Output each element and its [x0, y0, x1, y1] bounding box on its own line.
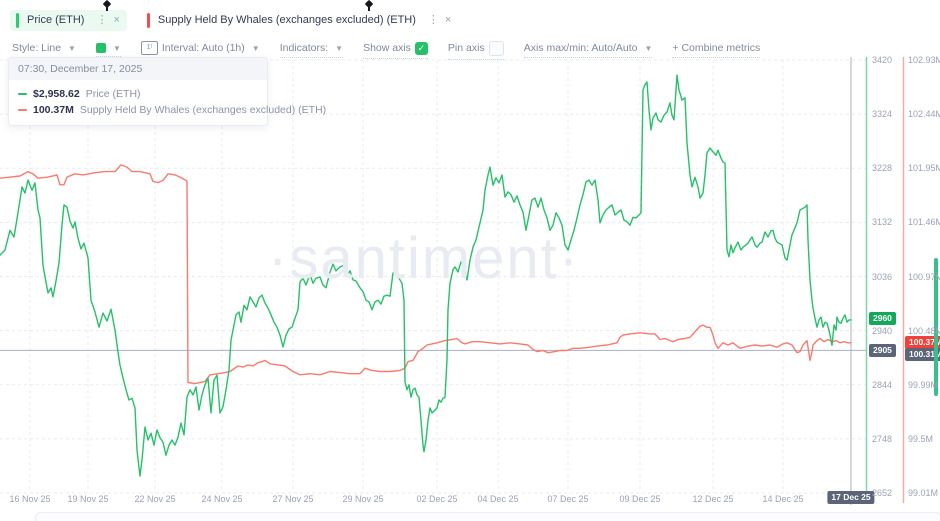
- date-axis-tick: 07 Dec 25: [547, 494, 588, 504]
- tooltip-supply-label: Supply Held By Whales (exchanges exclude…: [80, 104, 326, 116]
- price-axis-tick: 3132: [872, 217, 892, 227]
- chevron-down-icon: ▼: [68, 44, 76, 53]
- crosshair-price-badge: 2905: [869, 344, 896, 357]
- close-icon[interactable]: ×: [445, 15, 451, 26]
- tooltip-row-supply: 100.37M Supply Held By Whales (exchanges…: [9, 102, 267, 118]
- date-axis-tick: 02 Dec 25: [416, 494, 457, 504]
- tab-color-bar: [147, 13, 150, 28]
- price-axis-tick: 2748: [872, 434, 892, 444]
- supply-axis-tick: 100.48M: [908, 326, 940, 336]
- supply-axis-tick: 99.99M: [908, 380, 938, 390]
- price-axis-tick: 3228: [872, 163, 892, 173]
- checkbox-checked[interactable]: ✓: [415, 42, 428, 55]
- crosshair-date-badge: 17 Dec 25: [827, 491, 874, 504]
- series-dash-icon: [18, 93, 27, 95]
- date-axis-tick: 19 Nov 25: [67, 494, 108, 504]
- date-axis-tick: 27 Nov 25: [272, 494, 313, 504]
- price-axis-tick: 3324: [872, 109, 892, 119]
- date-axis-tick: 04 Dec 25: [477, 494, 518, 504]
- price-current-badge: 2960: [869, 312, 896, 325]
- supply-axis-tick: 101.46M: [908, 217, 940, 227]
- tab-supply-held-by-whales[interactable]: Supply Held By Whales (exchanges exclude…: [141, 10, 458, 31]
- tooltip-price-value: $2,958.62: [33, 88, 80, 100]
- chevron-down-icon: ▼: [252, 44, 260, 53]
- date-axis-tick: 12 Dec 25: [692, 494, 733, 504]
- tab-color-bar: [16, 13, 19, 28]
- price-axis-tick: 2844: [872, 380, 892, 390]
- style-label: Style: Line: [12, 42, 61, 54]
- metric-tabs-row: Price (ETH) ⋮ × Supply Held By Whales (e…: [0, 0, 940, 36]
- supply-axis-tick: 99.01M: [908, 488, 938, 498]
- price-axis-tick: 3420: [872, 55, 892, 65]
- color-swatch: [96, 43, 106, 53]
- interval-label: Interval: Auto (1h): [162, 42, 245, 54]
- pin-marker-icon: [365, 0, 373, 14]
- tooltip-row-price: $2,958.62 Price (ETH): [9, 86, 267, 102]
- tooltip-price-label: Price (ETH): [86, 88, 141, 100]
- price-axis-tick: 2652: [872, 488, 892, 498]
- santiment-watermark: ·santiment·: [268, 225, 580, 292]
- date-axis-tick: 09 Dec 25: [619, 494, 660, 504]
- price-axis-tick: 3036: [872, 272, 892, 282]
- pin-axis-label: Pin axis: [448, 42, 485, 54]
- date-axis-tick: 29 Nov 25: [342, 494, 383, 504]
- supply-axis-tick: 100.97M: [908, 272, 940, 282]
- chart-preview-strip[interactable]: [35, 512, 940, 521]
- supply-axis-tick: 101.95M: [908, 163, 940, 173]
- date-axis-tick: 16 Nov 25: [9, 494, 50, 504]
- supply-axis-tick: 99.5M: [908, 434, 933, 444]
- pin-marker-icon: [103, 0, 111, 14]
- tooltip-timestamp: 07:30, December 17, 2025: [9, 58, 267, 80]
- chevron-down-icon: ▼: [645, 44, 653, 53]
- close-icon[interactable]: ×: [113, 15, 119, 26]
- date-axis-tick: 24 Nov 25: [201, 494, 242, 504]
- supply-axis-tick: 102.44M: [908, 109, 940, 119]
- tooltip-supply-value: 100.37M: [33, 104, 74, 116]
- indicators-label: Indicators:: [280, 42, 328, 54]
- price-axis-tick: 2940: [872, 326, 892, 336]
- tab-label: Price (ETH): [27, 14, 84, 26]
- checkbox-unchecked[interactable]: [489, 41, 504, 56]
- axis-maxmin-label: Axis max/min: Auto/Auto: [524, 42, 638, 54]
- kebab-menu-icon[interactable]: ⋮: [96, 15, 107, 26]
- date-axis-tick: 14 Dec 25: [762, 494, 803, 504]
- interval-icon: 1ᵗ: [141, 41, 158, 55]
- show-axis-label: Show axis: [363, 42, 411, 54]
- tab-label: Supply Held By Whales (exchanges exclude…: [158, 14, 416, 26]
- chart-area[interactable]: ·santiment· 07:30, December 17, 2025 $2,…: [0, 55, 940, 519]
- chevron-down-icon: ▼: [335, 44, 343, 53]
- chart-tooltip: 07:30, December 17, 2025 $2,958.62 Price…: [8, 57, 268, 126]
- series-dash-icon: [18, 109, 27, 111]
- combine-metrics-label: + Combine metrics: [672, 42, 760, 54]
- checkmark-icon: ✓: [418, 43, 426, 54]
- kebab-menu-icon[interactable]: ⋮: [428, 15, 439, 26]
- chevron-down-icon: ▼: [113, 44, 121, 53]
- supply-axis-tick: 102.93M: [908, 55, 940, 65]
- date-axis-tick: 22 Nov 25: [134, 494, 175, 504]
